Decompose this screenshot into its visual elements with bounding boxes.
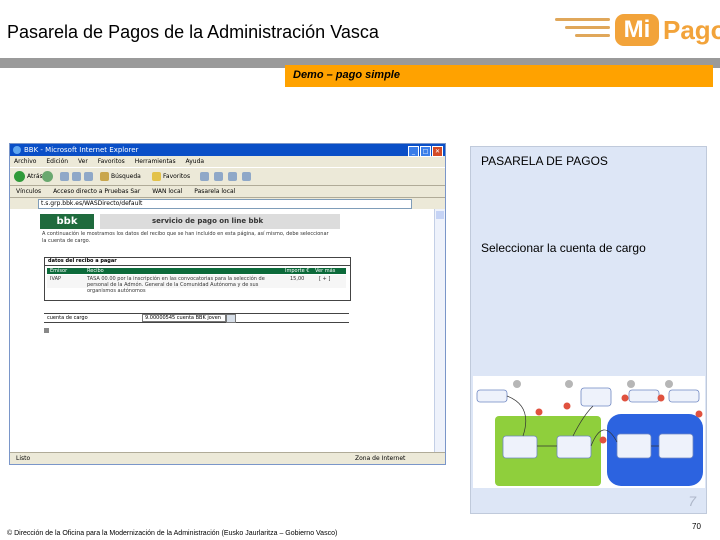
node-emisor [476,389,508,403]
panel-step: Seleccionar la cuenta de cargo [481,241,646,255]
table-row: IVAP TASA 00.00 por la inscripción en la… [47,275,346,294]
user-icon [513,380,521,388]
status-left: Listo [16,455,31,462]
demo-banner: Demo – pago simple [285,65,713,87]
cursor-marker [44,328,49,333]
menu-ayuda[interactable]: Ayuda [186,158,205,165]
slide-footer: © Dirección de la Oficina para la Modern… [0,520,720,540]
back-label: Atrás [27,173,43,180]
forward-icon[interactable] [42,171,53,182]
edit-icon[interactable] [242,172,251,181]
maximize-icon[interactable]: □ [420,146,431,157]
chevron-down-icon[interactable] [226,314,236,323]
logo-mi: Mi [615,14,659,46]
link-pasarela[interactable]: Pasarela local [194,188,235,195]
step-marker [621,394,629,402]
cell-importe: 15,00 [290,276,305,282]
slide-header: Pasarela de Pagos de la Administración V… [0,0,720,60]
panel-heading: PASARELA DE PAGOS [481,154,608,168]
browser-statusbar: Listo Zona de Internet [10,452,445,464]
home-icon[interactable] [84,172,93,181]
user-icon [665,380,673,388]
browser-links-bar: Vínculos Acceso directo a Pruebas Sar WA… [10,186,445,198]
account-select[interactable]: 9.00000545 cuenta BBK joven [142,314,226,322]
link-wan[interactable]: WAN local [152,188,182,195]
step-marker [695,410,703,418]
scroll-up-icon[interactable] [436,211,444,219]
receipt-box: datos del recibo a pagar Emisor Recibo I… [44,257,351,301]
vertical-scrollbar[interactable] [434,209,445,452]
receipt-box-title: datos del recibo a pagar [45,258,350,266]
stop-icon[interactable] [60,172,69,181]
minimize-icon[interactable]: _ [408,146,419,157]
demo-banner-label: Demo – pago simple [293,69,400,81]
back-icon[interactable] [14,171,25,182]
favorites-icon[interactable] [152,172,161,181]
account-row: cuenta de cargo 9.00000545 cuenta BBK jo… [44,313,349,323]
step-marker [535,408,543,416]
footer-copyright: © Dirección de la Oficina para la Modern… [7,530,338,537]
browser-toolbar: Atrás Búsqueda Favoritos [10,167,445,186]
search-icon[interactable] [100,172,109,181]
bank-page-content: bbk servicio de pago on line bbk A conti… [10,209,434,452]
node-aplicacion [502,435,538,459]
col-recibo: Recibo [87,268,104,274]
mail-icon[interactable] [214,172,223,181]
browser-title: BBK - Microsoft Internet Explorer [24,146,139,154]
node-pago [668,389,700,403]
history-icon[interactable] [200,172,209,181]
menu-edicion[interactable]: Edición [46,158,68,165]
browser-window-screenshot: BBK - Microsoft Internet Explorer _ □ ✕ Ar… [9,143,446,465]
page-number: 70 [692,522,701,531]
node-identificacion-top [628,389,660,403]
refresh-icon[interactable] [72,172,81,181]
browser-titlebar: BBK - Microsoft Internet Explorer _ □ ✕ [10,144,445,157]
menu-herramientas[interactable]: Herramientas [135,158,176,165]
payment-flow-svg [476,380,703,486]
window-controls: _ □ ✕ [407,145,443,157]
node-seleccionar [580,387,612,407]
receipt-table-header: Emisor Recibo Importe € Ver más [47,268,346,274]
menu-ver[interactable]: Ver [78,158,88,165]
cell-recibo: TASA 00.00 por la inscripción en las con… [87,276,265,294]
col-importe: Importe € [285,268,310,274]
node-pasarela [556,435,592,459]
panel-corner-mark: 7 [688,493,696,509]
bbk-logo: bbk [40,214,94,229]
logo-speed-lines [555,18,615,42]
status-zone: Zona de Internet [355,455,406,462]
payment-flow-diagram [473,376,705,488]
slide-title: Pasarela de Pagos de la Administración V… [7,22,379,42]
node-banca [658,433,694,459]
col-emisor: Emisor [50,268,68,274]
mipago-logo: Mi Pago [555,10,720,50]
address-input[interactable]: t.s.grp.bbk.es/WASDirecto/default [38,199,412,209]
browser-menubar: Archivo Edición Ver Favoritos Herramient… [10,156,445,167]
ie-icon [13,146,21,154]
user-icon [627,380,635,388]
step-marker [599,436,607,444]
search-label: Búsqueda [111,173,141,180]
logo-pago: Pago [663,15,720,45]
service-title: servicio de pago on line bbk [152,217,264,225]
menu-favoritos[interactable]: Favoritos [98,158,125,165]
step-marker [563,402,571,410]
account-label: cuenta de cargo [47,315,88,321]
cell-emisor: IVAP [50,276,62,282]
close-icon[interactable]: ✕ [432,146,443,157]
menu-archivo[interactable]: Archivo [14,158,36,165]
node-identificacion [616,433,652,459]
user-icon [565,380,573,388]
favorites-label: Favoritos [163,173,191,180]
links-label: Vínculos [16,188,42,195]
step-marker [657,394,665,402]
print-icon[interactable] [228,172,237,181]
service-title-band: servicio de pago on line bbk [100,214,340,229]
intro-text: A continuación le mostramos los datos de… [42,231,329,244]
ver-mas-link[interactable]: [ + ] [319,276,330,282]
link-pruebas[interactable]: Acceso directo a Pruebas Sar [53,188,140,195]
col-ver-mas: Ver más [315,268,336,274]
